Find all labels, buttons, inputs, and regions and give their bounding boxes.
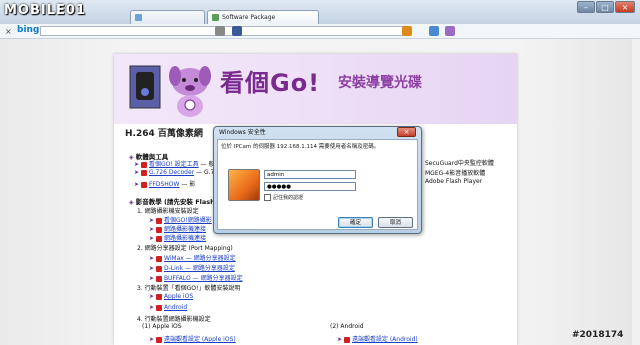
arrow-icon: ➤: [134, 161, 141, 168]
arrow-icon: ➤: [134, 169, 141, 176]
mascot-dog-image: [169, 66, 211, 117]
step-title: 2. 網路分享器設定 (Port Mapping): [137, 245, 233, 252]
tool-desc: SecuGuard中央監控軟體: [425, 160, 494, 167]
arrow-icon: ➤: [149, 235, 156, 242]
tool-item: ➤ 看個GO! 設定工具 — 般…: [134, 161, 221, 168]
step-link: ➤ Apple iOS: [149, 293, 194, 300]
video-icon: [155, 275, 162, 282]
step-title: 1. 網路攝影機安裝設定: [137, 208, 199, 215]
search-icon[interactable]: [402, 26, 412, 36]
tool-link[interactable]: G.726 Decoder: [149, 169, 194, 176]
arrow-icon: ➤: [149, 304, 156, 311]
arrow-icon: ➤: [149, 226, 156, 233]
arrow-icon: ➤: [337, 336, 344, 343]
step-link: ➤ WiMax — 網路分享器設定: [149, 255, 236, 262]
maximize-button[interactable]: □: [596, 1, 614, 13]
arrow-icon: ➤: [149, 293, 156, 300]
arrow-icon: ➤: [149, 255, 156, 262]
dialog-title: Windows 安全性: [219, 129, 266, 136]
step-link: ➤ 看個GO!網路攝影: [149, 217, 212, 224]
tool-link[interactable]: FFDSHOW: [149, 181, 180, 188]
product-heading: H.264 百萬像素網: [125, 129, 203, 139]
tool-desc: Adobe Flash Player: [425, 178, 483, 185]
step-link: ➤ 網路攝影機連接: [149, 235, 206, 242]
step-title: 3. 行動裝置「看個GO!」軟體安裝說明: [137, 285, 241, 292]
arrow-icon: ➤: [134, 181, 141, 188]
dialog-message: 位於 IPCam 的伺服器 192.168.1.114 需要使用者名稱及密碼。: [221, 144, 380, 150]
video-icon: [155, 255, 162, 262]
video-icon: [155, 293, 162, 300]
step-link: ➤ D-Link — 網路分享器設定: [149, 265, 235, 272]
page-icon: [135, 14, 142, 21]
tool-icon: [140, 161, 147, 168]
toolbar-close-icon[interactable]: ×: [5, 27, 12, 36]
video-icon: [155, 217, 162, 224]
step-link: ➤ 網路攝影機連接: [149, 226, 206, 233]
cancel-button[interactable]: 取消: [378, 217, 413, 228]
video-icon: [343, 336, 350, 343]
arrow-icon: ➤: [149, 217, 156, 224]
mail-icon[interactable]: [429, 26, 439, 36]
video-heading: ◈ 影音教學 (請先安裝 Flash: [129, 198, 215, 206]
minimize-button[interactable]: –: [577, 1, 595, 13]
tool-link[interactable]: 看個GO! 設定工具: [149, 161, 199, 168]
step-link: ➤ BUFFALO — 網路分享器設定: [149, 275, 243, 282]
search-input[interactable]: [40, 26, 410, 36]
video-icon: [155, 336, 162, 343]
tool-icon: [140, 169, 147, 176]
sub-column-heading: (2) Android: [330, 323, 364, 330]
remember-credentials[interactable]: 記住我的認證: [264, 194, 303, 201]
user-avatar-icon: [228, 169, 260, 201]
banner-title: 看個Go!: [220, 69, 321, 97]
watermark-id: #2018174: [572, 330, 624, 340]
username-field[interactable]: admin: [264, 170, 356, 179]
window-controls: – □ ×: [576, 1, 635, 13]
facebook-icon[interactable]: [232, 26, 242, 36]
video-icon: [155, 226, 162, 233]
tab-blank[interactable]: [130, 10, 205, 24]
tool-icon: [140, 181, 147, 188]
step-link: ➤ 遠端觀看設定 (Android): [337, 336, 418, 343]
mail-compose-icon[interactable]: [215, 26, 225, 36]
step-title: 4. 行動裝置網路攝影機設定: [137, 316, 211, 323]
arrow-icon: ➤: [149, 336, 156, 343]
video-icon: [155, 235, 162, 242]
ok-button[interactable]: 確定: [338, 217, 373, 228]
close-window-button[interactable]: ×: [615, 1, 635, 13]
video-icon: [155, 265, 162, 272]
banner-subtitle: 安裝導覽光碟: [338, 75, 422, 91]
arrow-icon: ➤: [149, 265, 156, 272]
scrollbar[interactable]: [632, 39, 640, 345]
tool-desc: MGEG-4影音播放軟體: [425, 170, 486, 177]
site-logo: MOBILE01: [4, 3, 86, 18]
sub-column-heading: (1) Apple iOS: [142, 323, 182, 330]
tab-software-package[interactable]: Software Package: [207, 10, 319, 24]
password-field[interactable]: ●●●●●: [264, 182, 356, 191]
bing-logo: bing: [17, 25, 40, 35]
step-link: ➤ 遠端觀看設定 (Apple iOS): [149, 336, 236, 343]
arrow-icon: ➤: [149, 275, 156, 282]
browser-title-bar: [0, 0, 640, 24]
bullet-icon: ◈: [129, 199, 136, 206]
step-link: ➤ Android: [149, 304, 188, 311]
page-icon: [212, 14, 219, 21]
translate-icon[interactable]: [445, 26, 455, 36]
tool-item: ➤ G.726 Decoder — G.7…: [134, 169, 221, 176]
remember-checkbox[interactable]: [264, 194, 271, 201]
dialog-close-button[interactable]: ×: [397, 127, 416, 137]
product-box-image: [129, 65, 161, 109]
tool-item: ➤ FFDSHOW — 影: [134, 181, 196, 188]
video-icon: [155, 304, 162, 311]
tab-label: Software Package: [222, 14, 276, 21]
